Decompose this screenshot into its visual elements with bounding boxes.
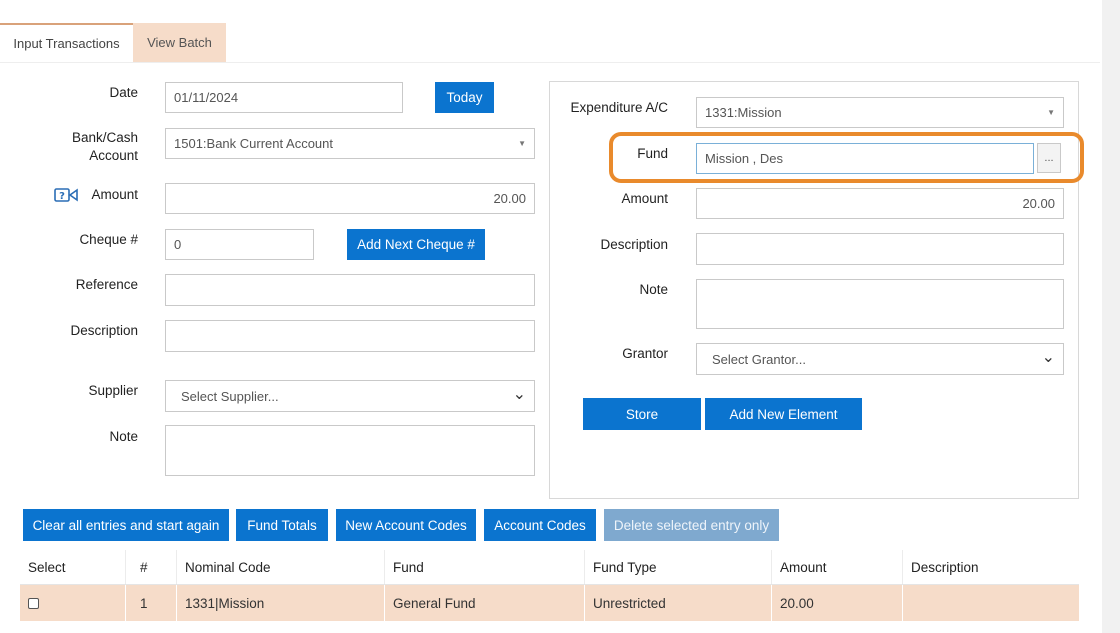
table-row[interactable]: 1 1331|Mission General Fund Unrestricted… bbox=[20, 585, 1079, 621]
fund-input[interactable]: Mission , Des bbox=[696, 143, 1034, 174]
add-next-cheque-button[interactable]: Add Next Cheque # bbox=[347, 229, 485, 260]
row-number: 1 bbox=[126, 585, 177, 621]
tab-input-transactions[interactable]: Input Transactions bbox=[0, 23, 133, 62]
right-amount-label: Amount bbox=[621, 191, 668, 206]
description-input[interactable] bbox=[165, 320, 535, 352]
delete-selected-button: Delete selected entry only bbox=[604, 509, 779, 541]
header-nominal-code[interactable]: Nominal Code bbox=[177, 550, 385, 584]
note-textarea[interactable] bbox=[165, 425, 535, 476]
row-description bbox=[903, 585, 1079, 621]
cheque-input[interactable]: 0 bbox=[165, 229, 314, 260]
today-button[interactable]: Today bbox=[435, 82, 494, 113]
expenditure-select[interactable]: 1331:Mission bbox=[696, 97, 1064, 128]
header-amount[interactable]: Amount bbox=[772, 550, 903, 584]
amount-input[interactable]: 20.00 bbox=[165, 183, 535, 214]
clear-all-button[interactable]: Clear all entries and start again bbox=[23, 509, 229, 541]
reference-label: Reference bbox=[75, 277, 138, 292]
grantor-select[interactable]: Select Grantor... bbox=[696, 343, 1064, 375]
expenditure-label: Expenditure A/C bbox=[570, 100, 668, 115]
amount-label: Amount bbox=[91, 187, 138, 202]
row-select-cell bbox=[20, 585, 126, 621]
bank-label-line1: Bank/Cash bbox=[71, 130, 138, 145]
fund-lookup-button[interactable]: ... bbox=[1037, 143, 1061, 173]
right-description-input[interactable] bbox=[696, 233, 1064, 265]
question-video-icon[interactable]: ? bbox=[54, 187, 78, 203]
header-select: Select bbox=[20, 550, 126, 584]
bank-cash-account-select[interactable]: 1501:Bank Current Account bbox=[165, 128, 535, 159]
new-account-codes-button[interactable]: New Account Codes bbox=[336, 509, 476, 541]
date-label: Date bbox=[109, 85, 138, 100]
fund-totals-button[interactable]: Fund Totals bbox=[236, 509, 328, 541]
cheque-label: Cheque # bbox=[79, 232, 138, 247]
add-new-element-button[interactable]: Add New Element bbox=[705, 398, 862, 430]
grantor-label: Grantor bbox=[622, 346, 668, 361]
header-number: # bbox=[126, 550, 177, 584]
description-label: Description bbox=[70, 323, 138, 338]
right-description-label: Description bbox=[600, 237, 668, 252]
bank-label-line2: Account bbox=[89, 148, 138, 163]
row-amount: 20.00 bbox=[772, 585, 903, 621]
account-codes-button[interactable]: Account Codes bbox=[484, 509, 596, 541]
right-amount-input[interactable]: 20.00 bbox=[696, 188, 1064, 219]
header-description[interactable]: Description bbox=[903, 550, 1079, 584]
reference-input[interactable] bbox=[165, 274, 535, 306]
row-select-checkbox[interactable] bbox=[28, 597, 39, 609]
supplier-label: Supplier bbox=[88, 383, 138, 398]
tab-view-batch[interactable]: View Batch bbox=[133, 23, 226, 62]
row-fund: General Fund bbox=[385, 585, 585, 621]
table-header: Select # Nominal Code Fund Fund Type Amo… bbox=[20, 550, 1079, 585]
row-fund-type: Unrestricted bbox=[585, 585, 772, 621]
bank-cash-account-label: Bank/Cash Account bbox=[40, 129, 138, 165]
header-fund-type[interactable]: Fund Type bbox=[585, 550, 772, 584]
note-label: Note bbox=[109, 429, 138, 444]
page-scrollbar[interactable] bbox=[1102, 0, 1120, 633]
tab-divider bbox=[0, 62, 1100, 63]
supplier-select[interactable]: Select Supplier... bbox=[165, 380, 535, 412]
transactions-table: Select # Nominal Code Fund Fund Type Amo… bbox=[20, 550, 1079, 621]
date-input[interactable]: 01/11/2024 bbox=[165, 82, 403, 113]
svg-text:?: ? bbox=[59, 191, 65, 202]
right-note-label: Note bbox=[639, 282, 668, 297]
store-button[interactable]: Store bbox=[583, 398, 701, 430]
row-nominal-code: 1331|Mission bbox=[177, 585, 385, 621]
fund-label: Fund bbox=[637, 146, 668, 161]
question-video-icon-svg: ? bbox=[54, 188, 78, 202]
header-fund[interactable]: Fund bbox=[385, 550, 585, 584]
right-note-textarea[interactable] bbox=[696, 279, 1064, 329]
